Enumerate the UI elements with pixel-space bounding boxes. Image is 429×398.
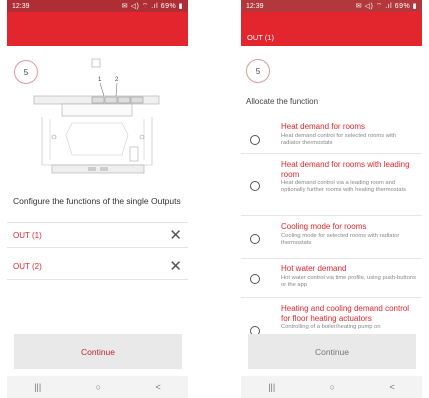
status-time: 12:39 [12, 2, 30, 10]
function-option[interactable]: Hot water demand Hot water control via t… [241, 259, 422, 298]
system-nav-bar: ||| ○ < [241, 376, 422, 398]
battery-level: 69% [394, 2, 411, 10]
option-title: Cooling mode for rooms [281, 222, 367, 231]
option-title: Hot water demand [281, 264, 347, 273]
option-description: Heat demand control via a leading room a… [281, 180, 407, 194]
system-nav-bar: ||| ○ < [7, 376, 188, 398]
app-header [7, 12, 188, 46]
home-icon[interactable]: ○ [330, 382, 335, 392]
battery-level: 69% [160, 2, 177, 10]
back-icon[interactable]: < [390, 382, 395, 392]
recents-icon[interactable]: ||| [268, 382, 275, 392]
phone-screen-right: 12:39 ✉ ◁) ⌔ .ıl 69% ▮ OUT (1) 5 Allocat… [241, 0, 422, 398]
configure-instructions: Configure the functions of the single Ou… [13, 196, 181, 206]
home-icon[interactable]: ○ [96, 382, 101, 392]
option-description: Hot water control via time profile, usin… [281, 274, 417, 288]
step-indicator: 5 [14, 60, 38, 84]
step-indicator: 5 [246, 59, 270, 83]
radio-icon[interactable] [250, 135, 260, 145]
close-icon[interactable]: ✕ [169, 259, 182, 274]
option-title: Heat demand for rooms with leading room [281, 160, 410, 179]
function-option[interactable]: Heat demand for rooms with leading room … [241, 154, 422, 216]
status-bar: 12:39 ✉ ◁) ⌔ .ıl 69% ▮ [7, 0, 188, 12]
app-header: OUT (1) [241, 12, 422, 46]
option-title: Heating and cooling demand control for f… [281, 304, 410, 323]
output-row-2[interactable]: OUT (2) ✕ [7, 254, 188, 280]
status-time: 12:39 [246, 2, 264, 10]
radio-icon[interactable] [250, 181, 260, 191]
radio-icon[interactable] [250, 234, 260, 244]
phone-screen-left: 12:39 ✉ ◁) ⌔ .ıl 69% ▮ 5 1 2 Configure t… [7, 0, 188, 398]
recents-icon[interactable]: ||| [34, 382, 41, 392]
status-icons: ✉ ◁) ⌔ .ıl 69% ▮ [121, 2, 183, 10]
back-icon[interactable]: < [156, 382, 161, 392]
function-option[interactable]: Heat demand for rooms Heat demand contro… [241, 114, 422, 154]
callout-number-1: 1 [98, 77, 102, 83]
output-row-1[interactable]: OUT (1) ✕ [7, 222, 188, 248]
device-illustration: 1 2 [33, 58, 160, 174]
continue-button[interactable]: Continue [248, 334, 416, 369]
function-option[interactable]: Heating and cooling demand control for f… [241, 298, 422, 338]
function-option[interactable]: Cooling mode for rooms Cooling mode for … [241, 216, 422, 259]
output-label: OUT (2) [13, 262, 42, 271]
option-title: Heat demand for rooms [281, 122, 366, 131]
status-bar: 12:39 ✉ ◁) ⌔ .ıl 69% ▮ [241, 0, 422, 12]
option-description: Controlling of a boiler/heating pump on [281, 324, 381, 331]
close-icon[interactable]: ✕ [169, 228, 182, 243]
option-description: Heat demand control for selected rooms w… [281, 132, 397, 146]
option-description: Cooling mode for selected rooms with rad… [281, 232, 400, 246]
status-icons: ✉ ◁) ⌔ .ıl 69% ▮ [355, 2, 417, 10]
output-label: OUT (1) [13, 230, 42, 240]
header-title: OUT (1) [247, 33, 274, 42]
callout-number-2: 2 [115, 77, 119, 83]
radio-icon[interactable] [250, 274, 260, 284]
continue-button[interactable]: Continue [14, 334, 182, 369]
allocate-heading: Allocate the function [246, 97, 319, 106]
